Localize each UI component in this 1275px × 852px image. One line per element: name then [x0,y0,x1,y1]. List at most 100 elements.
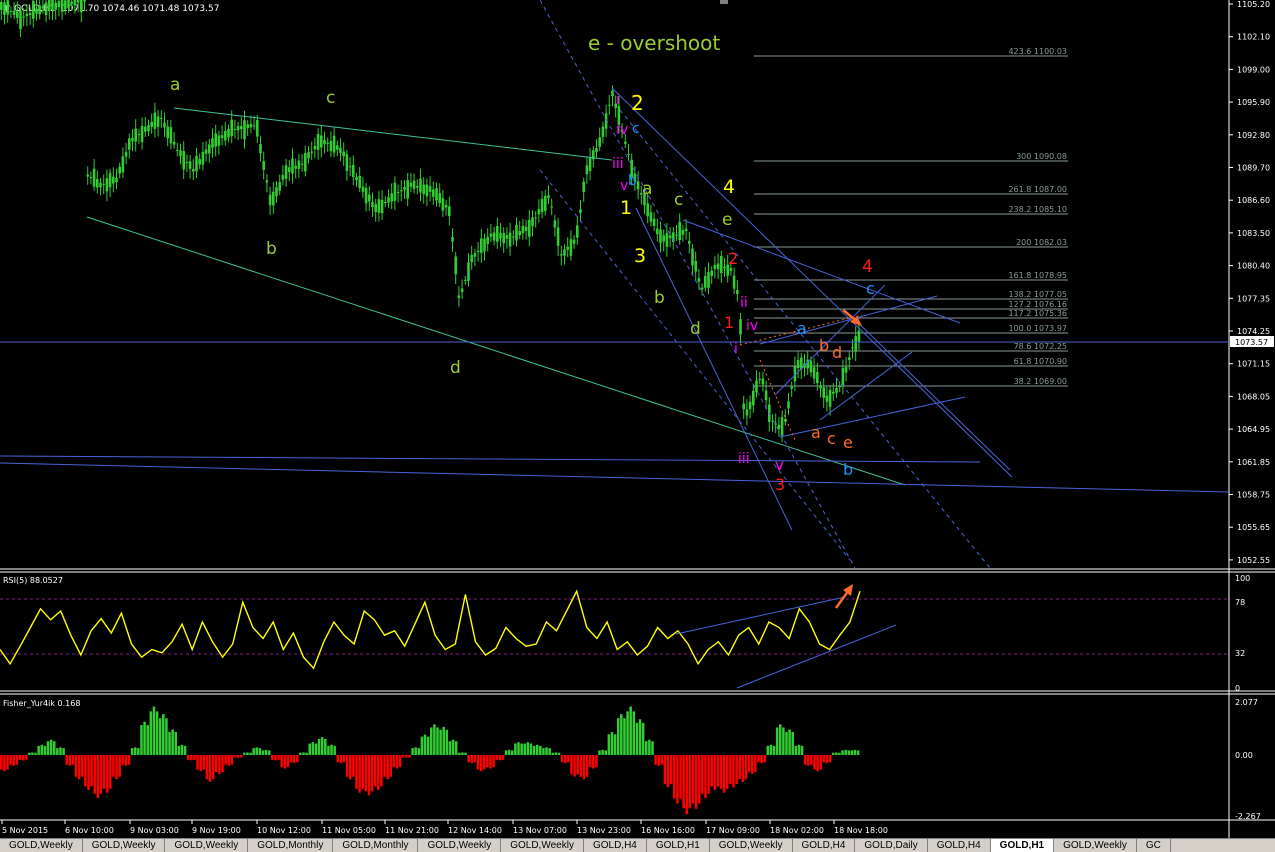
chart-tab[interactable]: GOLD,Weekly [418,839,502,852]
candle-body [156,116,160,127]
wave-label-3[interactable]: 3 [634,245,646,267]
chart-tab[interactable]: GOLD,Monthly [333,839,419,852]
wave-label-b-mid[interactable]: b [654,288,665,308]
fisher-bar [785,732,788,755]
chart-tab[interactable]: GOLD,H4 [584,839,647,852]
wave-label-a1[interactable]: a [170,75,180,95]
fisher-bar [470,755,474,764]
wave-label-e-orange[interactable]: e [843,433,853,452]
chart-tab[interactable]: GOLD,H4 [793,839,856,852]
wave-label-red-3[interactable]: 3 [775,475,785,494]
wave-label-1[interactable]: 1 [620,197,632,219]
fisher-bar [563,755,567,764]
chart-tab[interactable]: GC [1137,839,1171,852]
chart-tab[interactable]: GOLD,Weekly [710,839,793,852]
wave-label-2[interactable]: 2 [631,91,644,115]
wave-label-a-orange[interactable]: a [811,423,821,442]
wave-label-v-low[interactable]: v [775,456,784,474]
wave-label-i-top[interactable]: i [616,92,620,108]
fisher-bar [507,749,511,755]
fib-label: 38.2 1069.00 [1014,377,1067,386]
chart-tab[interactable]: GOLD,Daily [855,839,928,852]
fisher-bar [261,750,265,755]
chart-tab[interactable]: GOLD,Weekly [165,839,249,852]
chart-canvas[interactable]: ▼ GOLD,H1 1071.70 1074.46 1071.48 1073.5… [0,0,1275,838]
wave-label-b1[interactable]: b [266,239,277,259]
wave-label-iv-top[interactable]: iv [616,122,628,138]
candle-body [662,235,665,242]
wave-label-b-blue-top[interactable]: b [628,173,637,189]
candle-body [176,149,179,151]
fisher-bar [638,719,642,755]
wave-label-d-orange[interactable]: d [832,343,842,362]
wave-label-ii[interactable]: ii [740,295,748,311]
candle-body [483,238,486,252]
wave-label-b-blue-low[interactable]: b [843,460,853,479]
fisher-bar [595,755,598,768]
chart-tab[interactable]: GOLD,H1 [990,839,1055,852]
candle-body [560,254,563,256]
wave-label-d-mid[interactable]: d [690,319,701,339]
e-overshoot-label[interactable]: e - overshoot [588,31,720,55]
fisher-bar [348,755,352,780]
fisher-scale-label: -2.267 [1235,812,1261,821]
chart-tab[interactable]: GOLD,Weekly [1054,839,1137,852]
candle-body [166,126,169,139]
fisher-bar [15,755,19,765]
wave-label-c-mid[interactable]: c [674,190,683,210]
wave-label-c-blue-top[interactable]: c [632,121,640,137]
wave-label-a-top[interactable]: a [642,179,652,199]
candle-body [211,138,214,148]
candle-body [188,161,192,169]
fisher-bar [190,755,193,761]
wave-label-i-low[interactable]: i [734,341,738,357]
chart-tab[interactable]: GOLD,Weekly [0,839,83,852]
fisher-bar [726,755,729,789]
wave-label-c-orange[interactable]: c [827,429,836,448]
chart-tab[interactable]: GOLD,Monthly [248,839,334,852]
candle-body [563,249,566,256]
scroll-marker[interactable] [720,0,728,4]
wave-label-c1[interactable]: c [326,88,335,108]
candle-body [208,144,211,154]
time-label: 10 Nov 12:00 [257,826,311,835]
wave-label-d1[interactable]: d [450,358,461,378]
candle-body [9,10,13,12]
wave-label-iii-low[interactable]: iii [738,451,750,467]
chart-tab[interactable]: GOLD,H4 [928,839,991,852]
wave-label-red-2[interactable]: 2 [728,249,738,268]
fisher-bar [398,755,402,768]
wave-label-a-blue[interactable]: a [797,319,807,338]
fisher-bar [162,714,165,755]
wave-label-b-orange[interactable]: b [819,336,829,355]
candle-body [278,182,281,191]
rsi-scale-label: 78 [1235,598,1245,607]
wave-label-red-4[interactable]: 4 [862,257,873,277]
chart-tab[interactable]: GOLD,Weekly [83,839,166,852]
fisher-bar [168,732,171,755]
price-label: 1099.00 [1237,65,1270,74]
chart-tab[interactable]: GOLD,H1 [647,839,710,852]
candle-body [67,0,70,9]
wave-label-iii-top[interactable]: iii [612,156,624,172]
price-label: 1058.75 [1237,491,1270,500]
fisher-bar [196,755,199,770]
candle-body [217,135,221,146]
candle-body [326,142,329,144]
chart-tab[interactable]: GOLD,Weekly [501,839,584,852]
candle-body [313,145,317,150]
candle-body [531,217,534,227]
fisher-bar [825,755,829,764]
wave-label-4[interactable]: 4 [723,176,735,198]
wave-label-c-blue-right[interactable]: c [866,279,875,298]
wave-label-iv-low[interactable]: iv [746,318,758,334]
wave-label-red-1[interactable]: 1 [724,313,734,332]
price-label: 1074.25 [1237,327,1270,336]
candle-body [758,379,761,381]
fisher-bar [267,750,271,755]
price-label: 1068.05 [1237,392,1270,401]
candle-body [428,186,432,192]
wave-label-e-mid[interactable]: e [722,210,732,230]
candle-body [694,260,697,272]
fisher-bar [121,755,125,765]
